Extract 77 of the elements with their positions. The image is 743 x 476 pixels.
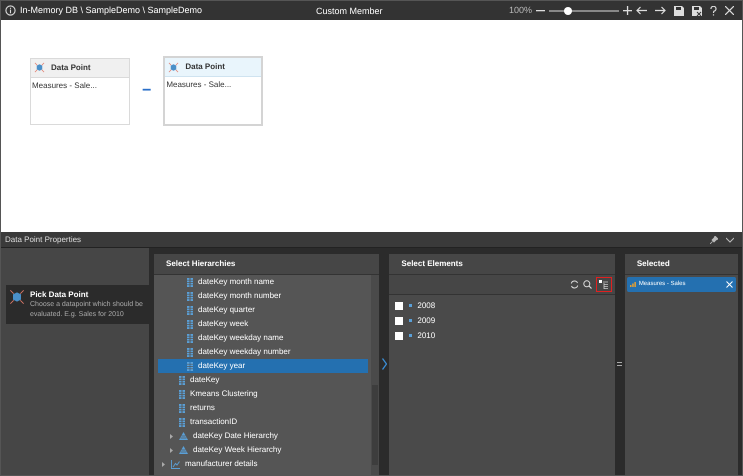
panel-title: Data Point Properties	[5, 234, 82, 246]
caret-icon[interactable]	[170, 448, 174, 452]
caret-icon[interactable]	[170, 434, 174, 438]
card-content: Measures - Sale...	[165, 79, 232, 91]
card-title: Data Point	[185, 61, 225, 73]
level-icon	[187, 362, 193, 370]
level-icon	[187, 292, 193, 300]
bar-chart-icon	[630, 282, 636, 287]
member-icon	[409, 319, 412, 322]
tree-item[interactable]: dateKey week	[158, 317, 368, 331]
save-as-icon[interactable]	[692, 6, 702, 16]
tree-item[interactable]: dateKey Week Hierarchy	[158, 443, 368, 457]
tree-item[interactable]: dateKey month name	[158, 275, 368, 289]
breadcrumb: In-Memory DB \ SampleDemo \ SampleDemo	[20, 4, 202, 17]
level-icon	[179, 376, 185, 384]
element-item[interactable]: 2008	[389, 298, 615, 313]
zoom-slider-thumb[interactable]	[564, 6, 572, 14]
info-icon[interactable]	[5, 5, 16, 16]
tree-item[interactable]: dateKey	[158, 373, 368, 387]
search-icon[interactable]	[582, 280, 592, 289]
chart-icon	[171, 460, 180, 468]
tree-item[interactable]: Kmeans Clustering	[158, 387, 368, 401]
tree-item[interactable]: transactionID	[158, 415, 368, 429]
panel-heading: Selected	[636, 258, 670, 270]
data-point-card[interactable]: Data Point Measures - Sale...	[163, 56, 264, 126]
zoom-in-icon[interactable]	[623, 6, 632, 15]
data-point-icon	[9, 289, 25, 305]
level-icon	[187, 320, 193, 328]
checkbox[interactable]	[395, 316, 404, 324]
card-content: Measures - Sale...	[31, 80, 98, 92]
data-point-icon	[168, 62, 180, 72]
checkbox[interactable]	[395, 332, 404, 340]
forward-arrow-icon[interactable]	[655, 6, 666, 15]
element-item[interactable]: 2009	[389, 313, 615, 328]
refresh-icon[interactable]	[570, 280, 579, 289]
member-icon	[409, 334, 412, 337]
scrollbar[interactable]	[371, 275, 380, 475]
card-title: Data Point	[51, 62, 91, 74]
tree-view-icon	[599, 280, 608, 289]
level-icon	[187, 278, 193, 286]
window-title: Custom Member	[316, 5, 383, 18]
hierarchy-icon	[179, 432, 188, 440]
tree-view-button[interactable]	[596, 277, 612, 292]
level-icon	[179, 404, 185, 412]
level-icon	[187, 306, 193, 314]
tree-item[interactable]: dateKey year	[158, 359, 368, 373]
chevron-right-icon[interactable]	[382, 358, 387, 370]
hierarchy-icon	[179, 446, 188, 454]
save-icon[interactable]	[674, 6, 684, 16]
element-item[interactable]: 2010	[389, 328, 615, 343]
panel-heading: Select Elements	[401, 258, 463, 270]
tree-item[interactable]: returns	[158, 401, 368, 415]
help-icon[interactable]	[710, 6, 717, 16]
caret-icon[interactable]	[162, 462, 166, 466]
level-icon	[179, 390, 185, 398]
level-icon	[187, 334, 193, 342]
splitter-handle[interactable]	[617, 362, 622, 366]
tree-item[interactable]: dateKey weekday number	[158, 345, 368, 359]
tree-item[interactable]: dateKey quarter	[158, 303, 368, 317]
step-title: Pick Data Point	[30, 289, 90, 300]
chevron-down-icon[interactable]	[726, 236, 734, 242]
checkbox[interactable]	[395, 302, 404, 310]
zoom-reading: 100%	[508, 4, 532, 17]
tree-item[interactable]: dateKey month number	[158, 289, 368, 303]
panel-heading: Select Hierarchies	[166, 258, 236, 270]
level-icon	[179, 418, 185, 426]
tree-item[interactable]: dateKey weekday name	[158, 331, 368, 345]
back-arrow-icon[interactable]	[636, 6, 647, 15]
tree-item[interactable]: manufacturer details	[158, 457, 368, 471]
tree-item[interactable]: dateKey Date Hierarchy	[158, 429, 368, 443]
close-icon[interactable]	[725, 6, 734, 15]
level-icon	[187, 348, 193, 356]
minus-operator: −	[142, 83, 152, 99]
data-point-icon	[34, 62, 45, 73]
member-icon	[409, 304, 412, 307]
pin-icon[interactable]	[710, 236, 718, 244]
data-point-card[interactable]: Data Point Measures - Sale...	[30, 58, 130, 124]
